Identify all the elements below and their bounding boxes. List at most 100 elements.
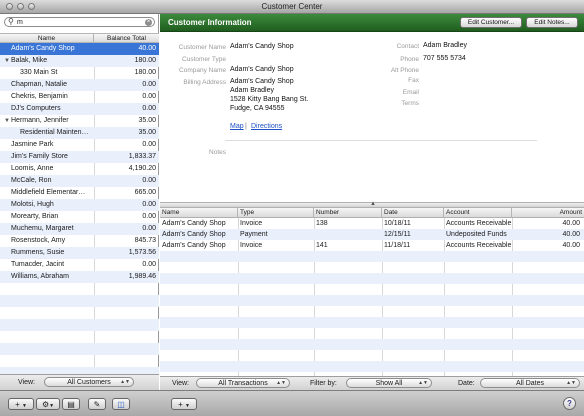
customer-name: Muchemu, Margaret [11, 225, 74, 232]
menu-arrow-icon: ▼ [184, 403, 190, 409]
customer-balance: 180.00 [134, 57, 156, 64]
customer-row[interactable]: DJ's Computers 0.00 [0, 103, 159, 115]
customer-row[interactable]: Molotsi, Hugh 0.00 [0, 199, 159, 211]
name-column-header[interactable]: Name [0, 34, 94, 43]
customer-balance: 0.00 [142, 213, 156, 220]
plus-icon: + [178, 400, 183, 409]
customer-name: Chapman, Natalie [11, 81, 68, 88]
col-amount-header[interactable]: Amount [512, 208, 584, 218]
customer-row[interactable]: Williams, Abraham 1,989.46 [0, 271, 159, 283]
view-label: View: [172, 380, 189, 387]
transaction-view-popup[interactable]: All Transactions ▲▼ [196, 378, 290, 388]
customer-balance: 665.00 [134, 189, 156, 196]
empty-row [160, 273, 584, 284]
customer-balance: 0.00 [142, 141, 156, 148]
date-popup[interactable]: All Dates ▲▼ [480, 378, 580, 388]
customer-name: Williams, Abraham [11, 273, 69, 280]
date-label: Date: [458, 380, 475, 387]
map-link[interactable]: Map [230, 123, 244, 130]
filter-value: Show All [375, 380, 403, 387]
zoom-window-button[interactable] [28, 3, 35, 10]
customer-row[interactable]: Chekris, Benjamin 0.00 [0, 91, 159, 103]
search-field[interactable]: ⚲ m × [4, 17, 155, 27]
col-number-header[interactable]: Number [314, 208, 382, 218]
transaction-row[interactable]: Adam's Candy Shop Invoice 141 11/18/11 Accou… [160, 240, 584, 251]
customer-row[interactable]: Jim's Family Store 1,833.37 [0, 151, 159, 163]
customer-view-value: All Customers [67, 379, 111, 386]
customer-row[interactable]: Muchemu, Margaret 0.00 [0, 223, 159, 235]
customer-row[interactable]: Tumacder, Jacint 0.00 [0, 259, 159, 271]
customer-balance: 1,989.46 [128, 273, 156, 280]
customer-name: Morearty, Brian [11, 213, 59, 220]
view-label: View: [18, 379, 35, 386]
close-window-button[interactable] [6, 3, 13, 10]
search-input[interactable]: m [17, 18, 23, 27]
empty-row [0, 355, 159, 367]
customer-balance: 0.00 [142, 81, 156, 88]
col-name-header[interactable]: Name [160, 208, 238, 218]
edit-button[interactable]: ✎ [88, 398, 106, 410]
customer-balance: 0.00 [142, 201, 156, 208]
customer-row[interactable]: ▼ Balak, Mike 180.00 [0, 55, 159, 67]
disclosure-triangle-icon[interactable]: ▼ [4, 55, 10, 67]
transaction-name: Adam's Candy Shop [162, 220, 226, 227]
customer-name-label: Customer Name [178, 44, 226, 51]
add-transaction-button[interactable]: + ▼ [171, 398, 197, 410]
edit-notes-button[interactable]: Edit Notes... [526, 17, 578, 28]
card-view-button[interactable]: ▤ [62, 398, 80, 410]
customer-balance: 845.73 [134, 237, 156, 244]
customer-row[interactable]: Loomis, Anne 4,190.20 [0, 163, 159, 175]
customer-balance: 40.00 [138, 45, 156, 52]
col-type-header[interactable]: Type [238, 208, 314, 218]
minimize-window-button[interactable] [17, 3, 24, 10]
customer-balance: 1,833.37 [128, 153, 156, 160]
directions-link[interactable]: Directions [251, 123, 282, 130]
customer-row[interactable]: Chapman, Natalie 0.00 [0, 79, 159, 91]
customer-row[interactable]: Residential Mainten… 35.00 [0, 127, 159, 139]
empty-row [0, 331, 159, 343]
pencil-icon: ✎ [93, 400, 101, 409]
customer-balance: 0.00 [142, 93, 156, 100]
billing-address-label: Billing Address [183, 79, 226, 86]
clear-search-icon[interactable]: × [145, 19, 152, 26]
company-name-value: Adam's Candy Shop [230, 66, 294, 73]
customer-row[interactable]: Middlefield Elementar… 665.00 [0, 187, 159, 199]
add-customer-button[interactable]: + ▼ [8, 398, 34, 410]
billing-address-line1: Adam's Candy Shop [230, 78, 294, 85]
title-bar: Customer Center [0, 0, 584, 14]
col-date-header[interactable]: Date [382, 208, 444, 218]
transaction-row[interactable]: Adam's Candy Shop Invoice 138 10/18/11 Accou… [160, 218, 584, 229]
plus-icon: + [15, 400, 20, 409]
customer-row[interactable]: Rummens, Susie 1,573.56 [0, 247, 159, 259]
customer-type-label: Customer Type [182, 56, 226, 63]
balance-column-header[interactable]: Balance Total [94, 34, 159, 43]
col-account-header[interactable]: Account [444, 208, 512, 218]
filter-popup[interactable]: Show All ▲▼ [346, 378, 432, 388]
menu-arrow-icon: ▼ [21, 403, 27, 409]
transaction-date: 11/18/11 [384, 242, 411, 249]
customer-row[interactable]: Jasmine Park 0.00 [0, 139, 159, 151]
customer-view-popup[interactable]: All Customers ▲▼ [44, 377, 134, 387]
edit-customer-button[interactable]: Edit Customer... [460, 17, 522, 28]
customer-row[interactable]: ▼ Hermann, Jennifer 35.00 [0, 115, 159, 127]
date-value: All Dates [515, 380, 544, 387]
customer-name: Molotsi, Hugh [11, 201, 54, 208]
customer-row[interactable]: Morearty, Brian 0.00 [0, 211, 159, 223]
customer-row[interactable]: Rosenstock, Amy 845.73 [0, 235, 159, 247]
detail-view-button[interactable]: ◫ [112, 398, 130, 410]
empty-row [160, 361, 584, 372]
customer-row[interactable]: Adam's Candy Shop 40.00 [0, 43, 159, 55]
customer-list-footer: View: All Customers ▲▼ [0, 374, 159, 390]
transaction-number: 138 [316, 220, 328, 227]
customer-name: Residential Mainten… [20, 129, 89, 136]
action-menu-button[interactable]: ⚙▼ [36, 398, 60, 410]
transaction-row[interactable]: Adam's Candy Shop Payment 12/15/11 Undeposi… [160, 229, 584, 240]
customer-row[interactable]: McCale, Ron 0.00 [0, 175, 159, 187]
empty-row [0, 319, 159, 331]
empty-row [160, 284, 584, 295]
customer-row[interactable]: 330 Main St 180.00 [0, 67, 159, 79]
terms-label: Terms [401, 100, 419, 107]
disclosure-triangle-icon[interactable]: ▼ [4, 115, 10, 127]
notes-label: Notes [209, 149, 226, 156]
help-button[interactable]: ? [563, 397, 576, 410]
